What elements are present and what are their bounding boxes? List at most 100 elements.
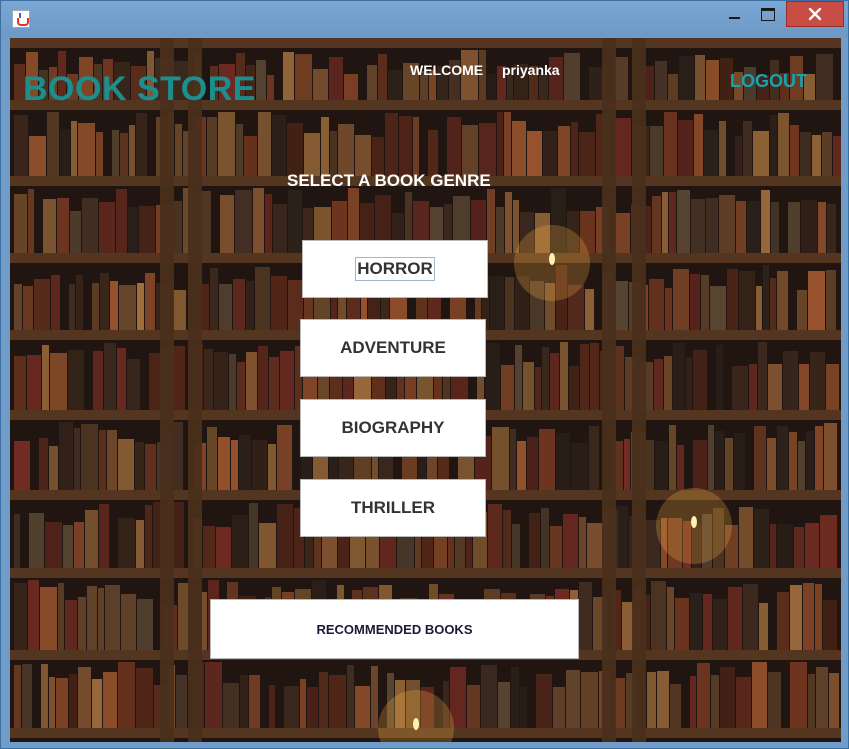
logout-link[interactable]: LOGOUT bbox=[730, 71, 807, 92]
book-spine bbox=[805, 523, 819, 568]
thriller-button[interactable]: THRILLER bbox=[300, 479, 486, 537]
book-spine bbox=[553, 687, 565, 728]
maximize-button[interactable] bbox=[753, 2, 783, 26]
close-icon bbox=[808, 7, 822, 21]
book-spine bbox=[756, 286, 762, 330]
book-spine bbox=[816, 54, 833, 100]
book-spine bbox=[137, 283, 144, 330]
book-spine bbox=[118, 662, 135, 728]
book-spine bbox=[136, 520, 144, 568]
book-spine bbox=[808, 271, 825, 330]
book-spine bbox=[378, 54, 387, 100]
minimize-button[interactable] bbox=[719, 2, 749, 26]
book-spine bbox=[826, 364, 839, 410]
book-spine bbox=[816, 667, 828, 728]
book-spine bbox=[728, 587, 742, 650]
book-spine bbox=[693, 440, 707, 490]
biography-button[interactable]: BIOGRAPHY bbox=[300, 399, 486, 457]
book-spine bbox=[498, 682, 510, 728]
book-spine bbox=[93, 351, 103, 410]
book-spine bbox=[321, 117, 329, 176]
book-spine bbox=[29, 136, 46, 176]
book-spine bbox=[790, 662, 807, 728]
book-spine bbox=[467, 685, 480, 728]
book-spine bbox=[527, 437, 538, 490]
book-spine bbox=[706, 60, 719, 100]
book-spine bbox=[790, 125, 799, 176]
book-spine bbox=[734, 433, 745, 490]
book-spine bbox=[490, 276, 504, 330]
close-button[interactable] bbox=[786, 1, 844, 27]
book-spine bbox=[269, 685, 275, 728]
book-spine bbox=[732, 366, 748, 410]
book-spine bbox=[78, 123, 95, 176]
book-spine bbox=[569, 366, 579, 410]
book-spine bbox=[43, 199, 56, 253]
book-spine bbox=[703, 594, 712, 650]
book-spine bbox=[203, 526, 215, 568]
book-spine bbox=[624, 439, 630, 490]
book-spine bbox=[580, 344, 589, 410]
book-spine bbox=[344, 74, 358, 100]
book-spine bbox=[99, 430, 106, 490]
book-spine bbox=[797, 290, 807, 330]
book-spine bbox=[803, 583, 814, 650]
book-spine bbox=[69, 674, 77, 728]
book-spine bbox=[794, 527, 804, 568]
book-spine bbox=[239, 435, 251, 490]
book-spine bbox=[304, 133, 320, 176]
book-spine bbox=[747, 201, 760, 253]
book-spine bbox=[96, 132, 103, 176]
book-spine bbox=[798, 441, 805, 490]
book-spine bbox=[29, 513, 44, 568]
title-bar[interactable] bbox=[1, 1, 848, 37]
book-spine bbox=[652, 196, 661, 253]
book-spine bbox=[479, 123, 496, 176]
book-spine bbox=[808, 674, 815, 728]
book-spine bbox=[701, 275, 709, 330]
book-spine bbox=[272, 115, 286, 176]
book-spine bbox=[399, 116, 412, 176]
book-spine bbox=[99, 202, 115, 253]
book-spine bbox=[558, 126, 570, 176]
book-spine bbox=[56, 678, 68, 728]
shelf-post bbox=[188, 38, 202, 742]
book-spine bbox=[65, 600, 77, 650]
book-spine bbox=[57, 198, 69, 253]
book-spine bbox=[690, 274, 700, 330]
book-spine bbox=[252, 440, 267, 490]
adventure-button[interactable]: ADVENTURE bbox=[300, 319, 486, 377]
book-spine bbox=[647, 672, 656, 728]
book-spine bbox=[777, 271, 788, 330]
book-spine bbox=[566, 670, 580, 728]
horror-button[interactable]: HORROR bbox=[302, 240, 488, 298]
book-spine bbox=[145, 273, 155, 330]
book-spine bbox=[759, 603, 768, 650]
book-spine bbox=[371, 666, 378, 728]
book-spine bbox=[40, 587, 57, 650]
book-spine bbox=[60, 129, 70, 176]
book-spine bbox=[28, 580, 39, 650]
book-spine bbox=[237, 362, 245, 410]
adventure-button-label: ADVENTURE bbox=[340, 338, 446, 357]
horror-button-label: HORROR bbox=[355, 257, 435, 281]
book-spine bbox=[818, 202, 826, 253]
book-spine bbox=[68, 350, 84, 410]
recommended-books-button[interactable]: RECOMMENDED BOOKS bbox=[210, 599, 579, 659]
book-spine bbox=[205, 662, 222, 728]
book-spine bbox=[76, 275, 83, 330]
book-spine bbox=[651, 581, 666, 650]
book-spine bbox=[59, 422, 73, 490]
book-spine bbox=[50, 353, 67, 410]
book-spine bbox=[719, 195, 735, 253]
book-spine bbox=[824, 423, 837, 490]
book-spine bbox=[571, 122, 578, 176]
book-spine bbox=[827, 204, 836, 253]
book-spine bbox=[273, 204, 287, 253]
biography-button-label: BIOGRAPHY bbox=[341, 418, 445, 437]
book-spine bbox=[790, 585, 802, 650]
book-spine bbox=[550, 353, 559, 410]
book-spine bbox=[176, 675, 187, 728]
book-spine bbox=[693, 350, 707, 410]
book-spine bbox=[128, 207, 138, 253]
